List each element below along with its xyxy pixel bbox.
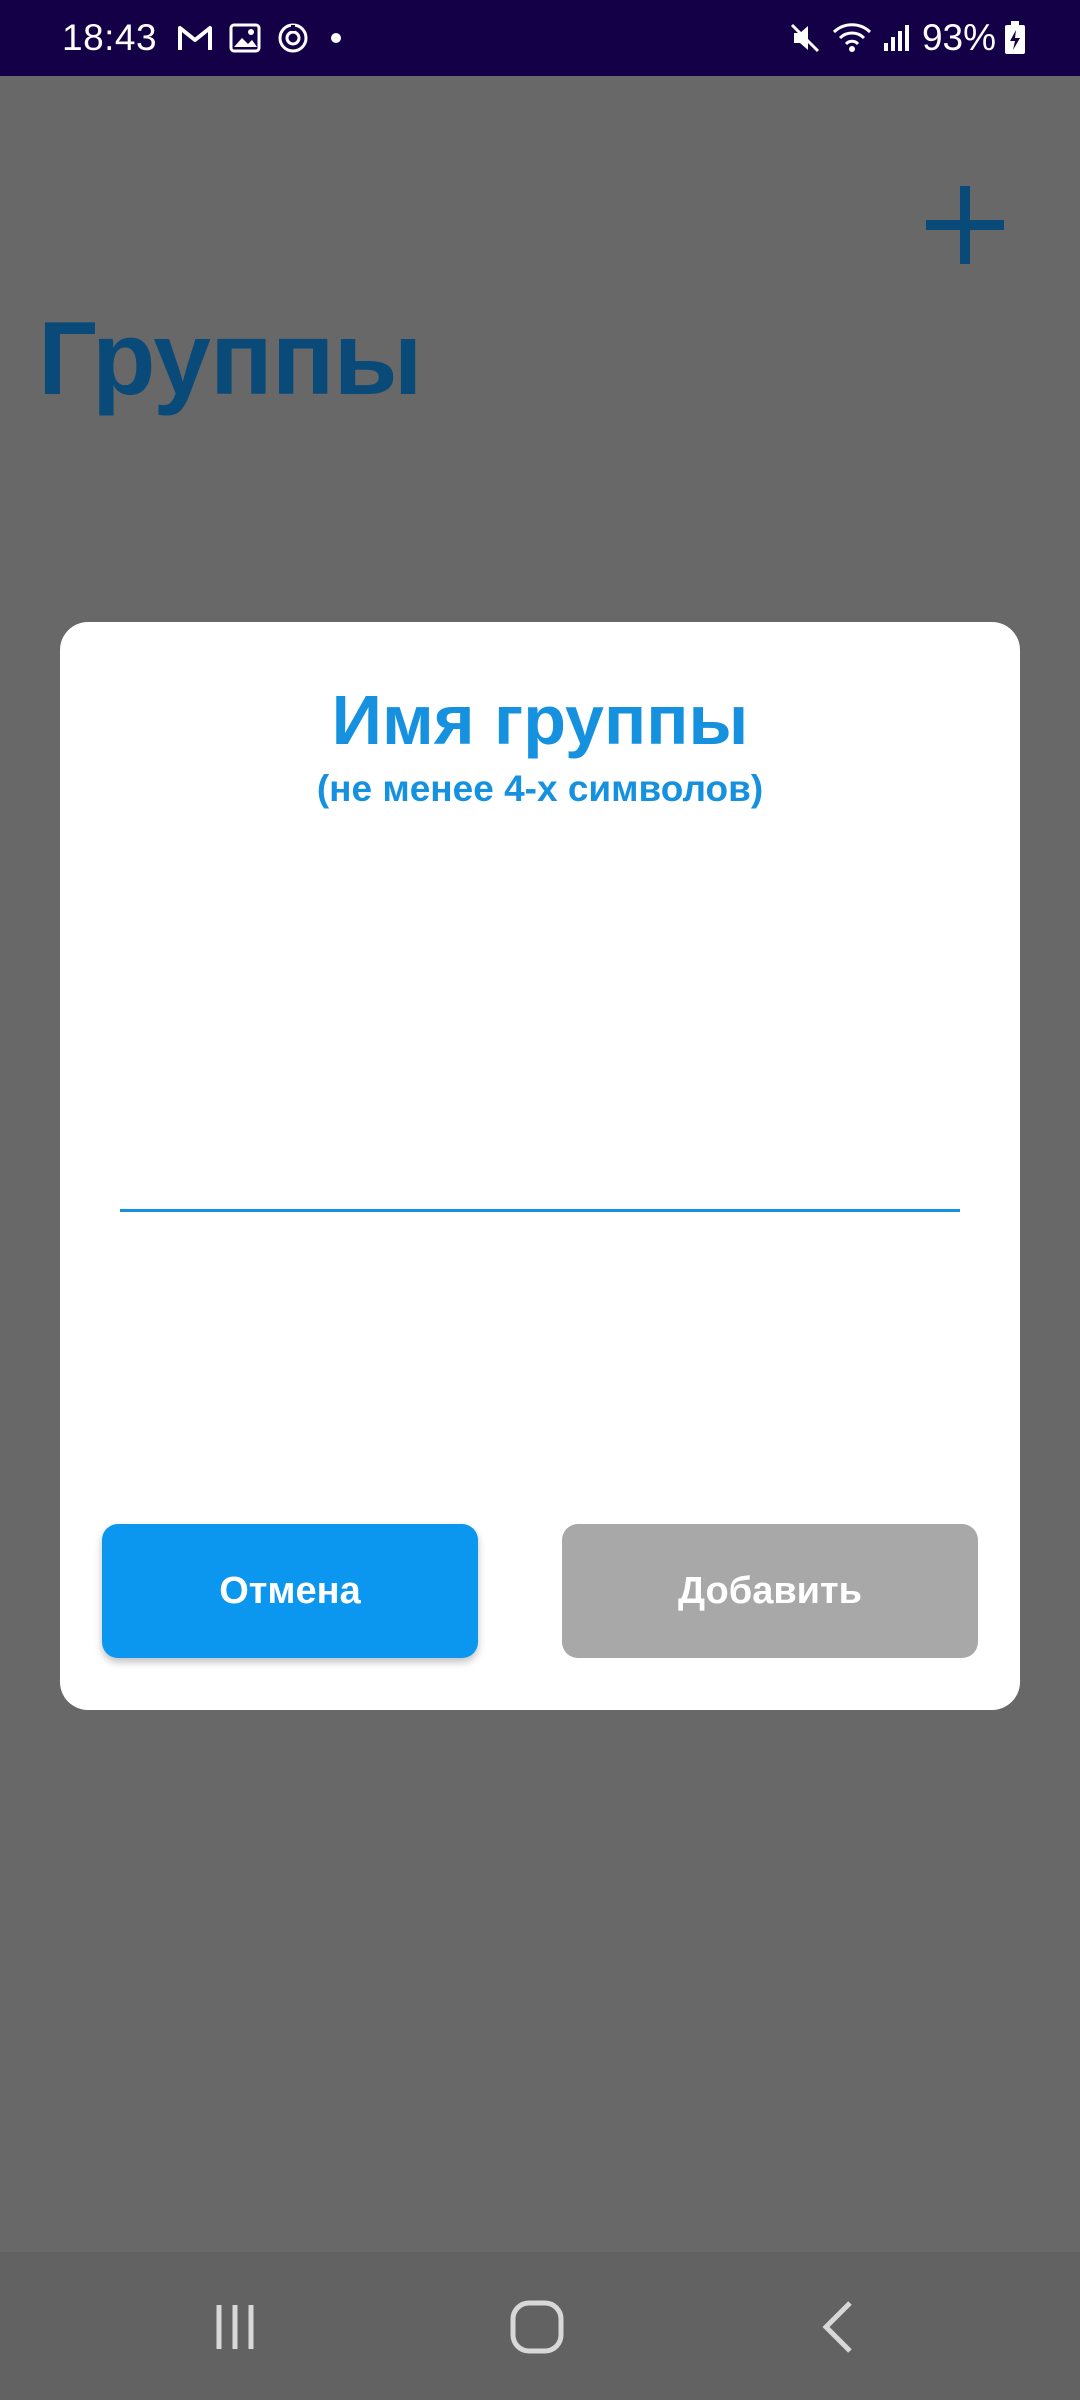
group-name-dialog: Имя группы (не менее 4-х символов) Отмен… — [60, 622, 1020, 1710]
notification-dot — [331, 33, 342, 43]
status-time: 18:43 — [62, 17, 158, 58]
mute-icon — [788, 21, 822, 55]
recent-apps-icon — [216, 2305, 254, 2349]
recent-apps-button[interactable] — [195, 2292, 275, 2362]
gallery-icon — [229, 23, 261, 53]
gmail-icon — [177, 24, 213, 52]
sync-icon — [277, 22, 309, 54]
battery-percent: 93% — [921, 17, 996, 58]
page-title: Группы — [38, 301, 422, 417]
add-group-button[interactable] — [920, 180, 1010, 270]
dialog-subtitle: (не менее 4-х символов) — [316, 768, 764, 809]
back-button[interactable] — [800, 2292, 880, 2362]
status-right: 93% — [788, 17, 1036, 59]
status-left: 18:43 — [62, 17, 342, 59]
wifi-icon — [832, 22, 872, 54]
battery-charging-icon — [1004, 21, 1026, 55]
home-icon — [510, 2300, 564, 2354]
status-bar: 18:43 93% — [0, 0, 1080, 76]
navigation-bar — [0, 2252, 1080, 2400]
add-button[interactable]: Добавить — [562, 1524, 978, 1658]
home-button[interactable] — [497, 2292, 577, 2362]
signal-icon — [882, 23, 912, 53]
dialog-title: Имя группы — [331, 681, 749, 759]
group-name-input[interactable] — [120, 1142, 960, 1212]
cancel-button[interactable]: Отмена — [102, 1524, 478, 1658]
plus-icon — [926, 186, 1004, 264]
back-icon — [822, 2301, 852, 2353]
